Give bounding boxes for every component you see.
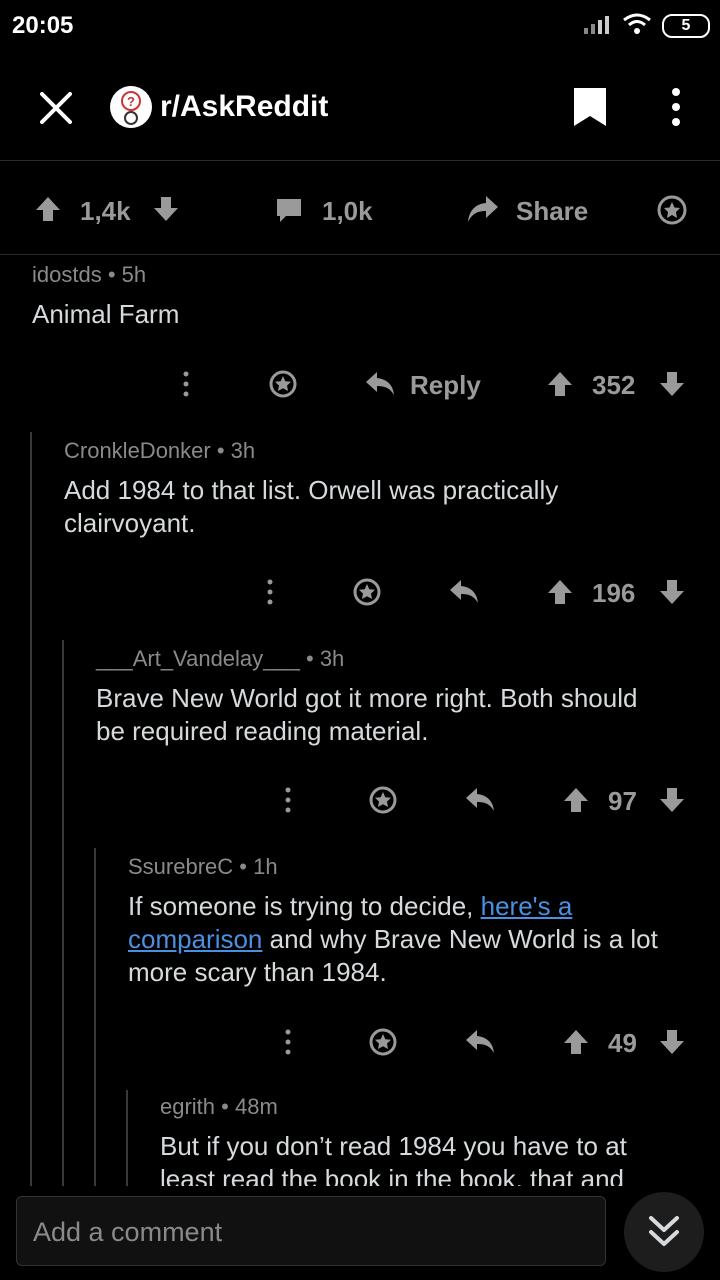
comment-meta: SsurebreC • 1h (128, 854, 278, 879)
add-comment-placeholder: Add a comment (33, 1217, 223, 1247)
comment-age: 3h (230, 438, 256, 463)
award-icon[interactable] (352, 577, 382, 607)
post-upvote-count: 1,4k (80, 196, 131, 226)
award-icon[interactable] (656, 194, 688, 226)
comparison-link[interactable]: comparison (128, 924, 262, 954)
reply-arrow-icon[interactable] (448, 578, 480, 606)
comment-body-line-2: least read the book in the book, that an… (160, 1164, 625, 1186)
share-arrow-icon[interactable] (466, 194, 500, 224)
subreddit-avatar-icon[interactable]: ? (110, 86, 152, 128)
comment-age: 3h (319, 646, 345, 671)
comment-body-line-1: If someone is trying to decide, here's a (128, 890, 572, 923)
upvote-arrow-icon[interactable] (562, 786, 590, 814)
battery-level: 5 (681, 17, 691, 34)
top-bar: ? r/AskReddit (0, 60, 720, 161)
comment-body-line-3: more scary than 1984. (128, 957, 387, 987)
comment-score: 97 (608, 786, 637, 816)
reply-arrow-icon[interactable] (464, 786, 496, 814)
comment-author[interactable]: CronkleDonker (64, 438, 211, 463)
post-comment-count: 1,0k (322, 196, 373, 226)
comment-score: 196 (592, 578, 636, 608)
comment-body-line-1: But if you don’t read 1984 you have to a… (160, 1131, 627, 1161)
downvote-arrow-icon[interactable] (658, 370, 686, 398)
close-icon[interactable] (36, 88, 76, 128)
comment-score: 352 (592, 370, 636, 400)
comment-age: 1h (253, 854, 278, 879)
reply-arrow-icon[interactable] (364, 370, 396, 398)
subreddit-name[interactable]: r/AskReddit (160, 90, 328, 124)
comment-meta: idostds • 5h (32, 262, 147, 287)
more-vertical-icon[interactable] (174, 370, 198, 400)
reply-arrow-icon[interactable] (464, 1028, 496, 1056)
signal-icon (582, 14, 614, 36)
bookmark-icon[interactable] (572, 86, 608, 128)
comment-body-line-2: be required reading material. (96, 716, 429, 746)
comment-egrith: egrith • 48m But if you don’t read 1984 … (0, 1090, 720, 1186)
comment-body-line-2: comparison and why Brave New World is a … (128, 923, 658, 956)
status-time: 20:05 (12, 12, 74, 39)
comment-author[interactable]: ___Art_Vandelay___ (96, 646, 300, 671)
downvote-arrow-icon[interactable] (658, 1028, 686, 1056)
award-icon[interactable] (368, 1027, 398, 1057)
double-chevron-down-icon (648, 1214, 680, 1250)
comment-text: and why Brave New World is a lot (262, 924, 658, 954)
upvote-arrow-icon[interactable] (562, 1028, 590, 1056)
downvote-arrow-icon[interactable] (658, 786, 686, 814)
upvote-arrow-icon[interactable] (546, 370, 574, 398)
downvote-arrow-icon[interactable] (658, 578, 686, 606)
more-vertical-icon[interactable] (276, 1028, 300, 1058)
comment-body-line-1: Brave New World got it more right. Both … (96, 683, 638, 713)
comment-body: Animal Farm (32, 299, 180, 329)
comparison-link[interactable]: here's a (481, 891, 573, 921)
reply-button[interactable]: Reply (410, 370, 481, 401)
comment-bubble-icon[interactable] (274, 196, 304, 224)
next-comment-button[interactable] (624, 1192, 704, 1272)
comment-idostds: idostds • 5h Animal Farm Reply 352 (0, 256, 720, 416)
status-bar: 20:05 5 (0, 0, 720, 50)
more-vertical-icon[interactable] (664, 86, 688, 128)
comment-text: If someone is trying to decide, (128, 891, 481, 921)
more-vertical-icon[interactable] (276, 786, 300, 816)
battery-icon: 5 (662, 14, 710, 38)
comment-age: 5h (121, 262, 147, 287)
comment-meta: ___Art_Vandelay___ • 3h (96, 646, 345, 671)
post-actions-bar: 1,4k 1,0k Share (0, 162, 720, 255)
comment-body-line-2: clairvoyant. (64, 508, 196, 538)
svg-text:?: ? (127, 94, 135, 109)
award-icon[interactable] (368, 785, 398, 815)
award-icon[interactable] (268, 369, 298, 399)
comment-author[interactable]: SsurebreC (128, 854, 233, 879)
comment-cronkledonker: CronkleDonker • 3h Add 1984 to that list… (0, 432, 720, 632)
upvote-arrow-icon[interactable] (546, 578, 574, 606)
wifi-icon (622, 12, 652, 36)
comment-age: 48m (234, 1094, 278, 1119)
comment-ssurebrec: SsurebreC • 1h If someone is trying to d… (0, 848, 720, 1078)
downvote-arrow-icon[interactable] (152, 195, 180, 223)
comment-meta: egrith • 48m (160, 1094, 278, 1119)
comment-meta: CronkleDonker • 3h (64, 438, 256, 463)
comment-author[interactable]: egrith (160, 1094, 215, 1119)
comment-body-line-1: Add 1984 to that list. Orwell was practi… (64, 475, 559, 505)
more-vertical-icon[interactable] (258, 578, 282, 608)
comment-author[interactable]: idostds (32, 262, 102, 287)
add-comment-input[interactable]: Add a comment (16, 1196, 606, 1266)
comment-score: 49 (608, 1028, 637, 1058)
share-label[interactable]: Share (516, 196, 588, 227)
upvote-arrow-icon[interactable] (34, 195, 62, 223)
comment-art-vandelay: ___Art_Vandelay___ • 3h Brave New World … (0, 640, 720, 840)
